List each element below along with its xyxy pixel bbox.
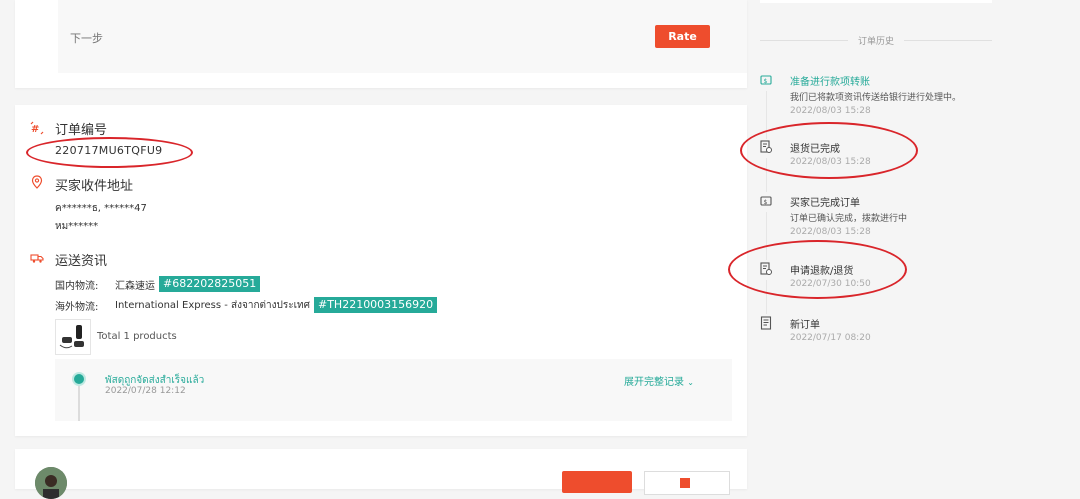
chat-button[interactable] (562, 471, 632, 493)
svg-text:$: $ (764, 199, 768, 206)
new-order-icon (760, 316, 772, 330)
history-connector (766, 212, 767, 260)
chevron-down-icon: ⌄ (687, 378, 694, 387)
return-complete-icon (760, 140, 772, 154)
shop-icon (680, 478, 690, 488)
refund-request-icon (760, 262, 772, 276)
bank-transfer-icon: $ (760, 73, 772, 87)
shipping-info-title: 运送资讯 (55, 254, 108, 269)
order-number-value: 220717MU6TQFU9 (55, 144, 163, 157)
history-item-time: 2022/08/03 15:28 (790, 157, 871, 167)
order-history-title: 订单历史 (760, 34, 992, 47)
domestic-carrier: 汇森速运 (115, 280, 155, 292)
international-logistics-row: 海外物流: International Express - ส่งจากต่าง… (55, 297, 438, 313)
history-item-label: 退货已完成 (790, 144, 840, 155)
address-line: หม****** (55, 221, 99, 232)
products-total: Total 1 products (97, 331, 177, 342)
domestic-tracking-number[interactable]: #682202825051 (159, 276, 261, 292)
history-item-time: 2022/08/03 15:28 (790, 106, 871, 116)
history-item-desc: 订单已确认完成，拨款进行中 (790, 214, 908, 224)
next-step-box: 下一步 Rate (58, 0, 747, 73)
tracking-box: พัสดุถูกจัดส่งสำเร็จแล้ว 2022/07/28 12:1… (55, 359, 732, 421)
international-logistics-label: 海外物流: (55, 301, 99, 313)
history-item-label: 准备进行款项转账 (790, 77, 870, 88)
history-item-time: 2022/07/17 08:20 (790, 333, 871, 343)
svg-text:$: $ (764, 78, 768, 85)
history-connector (766, 158, 767, 192)
top-card: 下一步 Rate (15, 0, 747, 88)
view-shop-button[interactable] (644, 471, 730, 495)
history-item-desc: 我们已将款项资讯传送给银行进行处理中。 (790, 93, 962, 103)
order-history-panel: 订单历史 $ 准备进行款项转账 我们已将款项资讯传送给银行进行处理中。 2022… (760, 0, 992, 482)
seller-card (15, 449, 747, 499)
svg-text:#: # (31, 124, 39, 135)
seller-avatar (35, 467, 67, 499)
next-step-label: 下一步 (70, 32, 103, 45)
international-carrier: International Express - ส่งจากต่างประเทศ (115, 299, 310, 311)
history-item-label: 买家已完成订单 (790, 198, 860, 209)
order-number-icon: # (30, 121, 44, 135)
domestic-logistics-row: 国内物流: 汇森速运 #682202825051 (55, 276, 261, 292)
history-connector (766, 91, 767, 139)
international-tracking-number[interactable]: #TH2210003156920 (313, 297, 438, 313)
expand-tracking-label: 展开完整记录 (624, 377, 684, 388)
history-item-label: 申请退款/退货 (790, 266, 854, 277)
tracking-time: 2022/07/28 12:12 (105, 386, 186, 396)
history-connector (766, 280, 767, 314)
location-pin-icon (30, 175, 44, 189)
order-complete-icon: $ (760, 194, 772, 208)
order-details-card: # 订单编号 220717MU6TQFU9 买家收件地址 ค******ธ, *… (15, 105, 747, 436)
order-number-title: 订单编号 (55, 123, 108, 138)
domestic-logistics-label: 国内物流: (55, 280, 99, 292)
address-name: ค******ธ, ******47 (55, 203, 147, 214)
product-thumbnail[interactable] (55, 319, 91, 355)
truck-icon (30, 251, 44, 265)
panel-top-edge (760, 0, 992, 3)
rate-button[interactable]: Rate (655, 25, 710, 48)
tracking-timeline-line (78, 381, 80, 421)
expand-tracking-link[interactable]: 展开完整记录 ⌄ (624, 373, 694, 388)
history-item-label: 新订单 (790, 320, 820, 331)
history-item-time: 2022/07/30 10:50 (790, 279, 871, 289)
tracking-status-dot (72, 372, 86, 386)
buyer-address-title: 买家收件地址 (55, 179, 134, 194)
history-item-time: 2022/08/03 15:28 (790, 227, 871, 237)
